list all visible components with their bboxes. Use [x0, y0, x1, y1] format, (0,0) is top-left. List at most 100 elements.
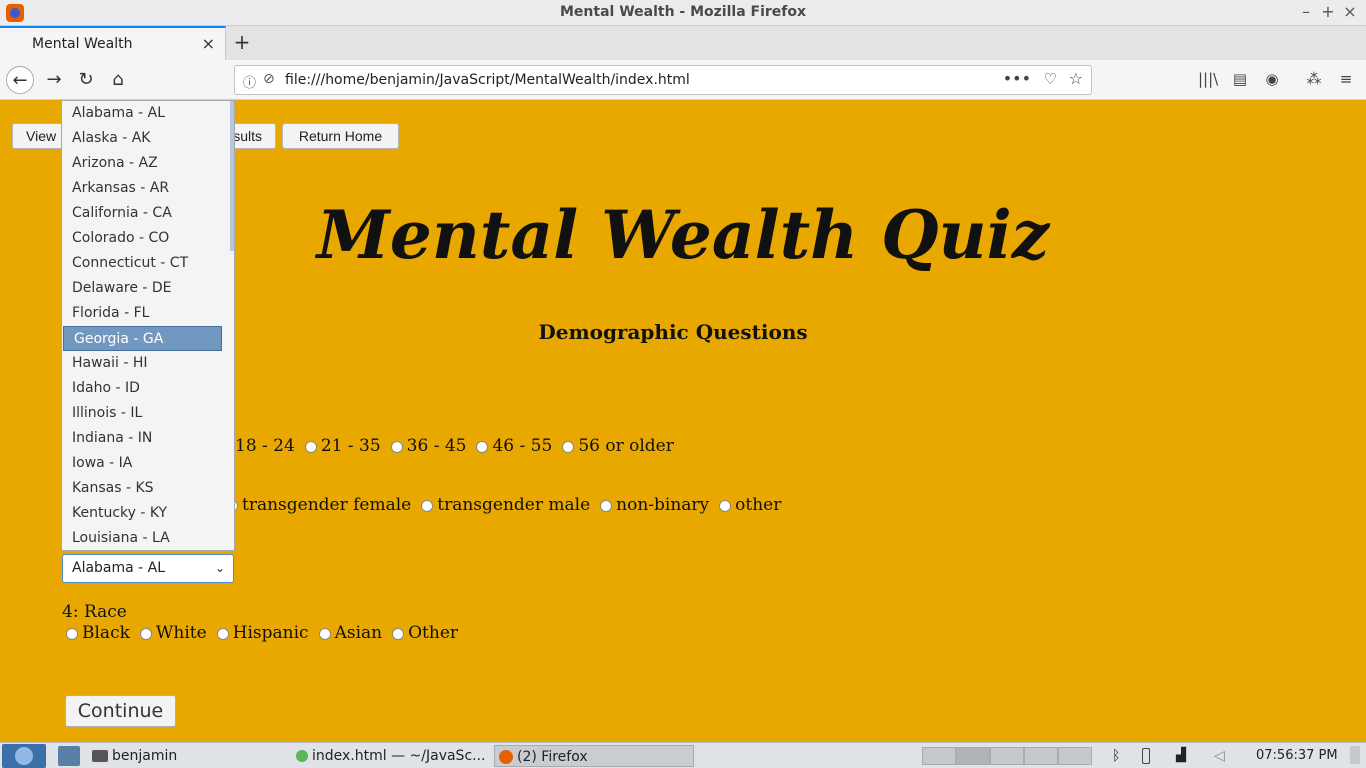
clock[interactable]: 07:56:37 PM	[1256, 745, 1338, 767]
site-info-icon[interactable]: ⓘ	[243, 72, 256, 91]
workspace-5[interactable]	[1058, 747, 1092, 765]
gender-option-label: transgender female	[242, 495, 412, 515]
state-option[interactable]: Delaware - DE	[62, 276, 223, 301]
state-option[interactable]: Alaska - AK	[62, 126, 223, 151]
race-radio[interactable]	[318, 627, 331, 640]
menu-icon[interactable]: ≡	[1336, 70, 1356, 88]
state-option[interactable]: Alabama - AL	[62, 101, 223, 126]
race-radio[interactable]	[66, 627, 78, 640]
taskbar-folder[interactable]: benjamin	[92, 745, 177, 767]
age-radio[interactable]	[476, 440, 489, 453]
editor-icon	[296, 750, 308, 762]
url-text[interactable]: file:///home/benjamin/JavaScript/MentalW…	[285, 72, 690, 88]
state-option[interactable]: Kentucky - KY	[62, 501, 223, 526]
state-option[interactable]: Arkansas - AR	[62, 176, 223, 201]
workspace-3[interactable]	[990, 747, 1024, 765]
window-titlebar: Mental Wealth - Mozilla Firefox – + ×	[0, 0, 1366, 26]
age-radio[interactable]	[390, 440, 403, 453]
start-menu-button[interactable]	[2, 744, 46, 768]
new-tab-button[interactable]: +	[232, 30, 252, 54]
taskbar-folder-label: benjamin	[112, 748, 178, 764]
desktop-icon[interactable]	[58, 746, 80, 766]
account-icon[interactable]: ◉	[1262, 70, 1282, 88]
page-actions-icon[interactable]: •••	[1003, 69, 1031, 88]
gender-option-label: transgender male	[437, 495, 591, 515]
taskbar-firefox-label: (2) Firefox	[517, 749, 588, 765]
age-options: 18 - 24 21 - 35 36 - 45 46 - 55 56 or older	[235, 436, 678, 456]
age-radio[interactable]	[562, 440, 575, 453]
state-option[interactable]: Colorado - CO	[62, 226, 223, 251]
state-option[interactable]: Idaho - ID	[62, 376, 223, 401]
home-button[interactable]: ⌂	[104, 66, 132, 94]
state-option[interactable]: Indiana - IN	[62, 426, 223, 451]
race-option-label: Other	[408, 623, 459, 643]
tab-bar: Mental Wealth × +	[0, 26, 1366, 60]
gender-radio[interactable]	[421, 499, 434, 512]
state-option[interactable]: Florida - FL	[62, 301, 223, 326]
state-select-value: Alabama - AL	[72, 560, 166, 576]
race-radio[interactable]	[216, 627, 229, 640]
dropdown-scrollbar[interactable]	[230, 101, 234, 251]
state-option[interactable]: Georgia - GA	[63, 326, 222, 351]
library-icon[interactable]: |||\	[1198, 70, 1218, 88]
show-desktop-button[interactable]	[1350, 746, 1360, 764]
taskbar-firefox[interactable]: (2) Firefox	[494, 745, 694, 767]
pocket-icon[interactable]: ♡	[1044, 70, 1057, 88]
window-title: Mental Wealth - Mozilla Firefox	[559, 4, 807, 20]
close-window-button[interactable]: ×	[1340, 2, 1360, 21]
age-option-label: 46 - 55	[492, 436, 553, 456]
state-option[interactable]: California - CA	[62, 201, 223, 226]
reload-button[interactable]: ↻	[72, 66, 100, 94]
continue-button[interactable]: Continue	[65, 695, 176, 727]
taskbar-editor[interactable]: index.html — ~/JavaSc...	[296, 745, 486, 767]
maximize-button[interactable]: +	[1318, 2, 1338, 21]
gender-options: transgender female transgender male non-bi…	[226, 495, 785, 515]
race-options: Black White Hispanic Asian Other	[60, 623, 462, 643]
age-radio[interactable]	[304, 440, 317, 453]
minimize-button[interactable]: –	[1296, 2, 1316, 21]
view-results-button[interactable]: View	[12, 123, 66, 149]
volume-icon[interactable]: ◁	[1214, 745, 1225, 767]
age-option-label: 56 or older	[578, 436, 674, 456]
workspace-2[interactable]	[956, 747, 990, 765]
url-bar[interactable]: ⓘ ⊘ file:///home/benjamin/JavaScript/Men…	[234, 65, 1092, 95]
state-option[interactable]: Hawaii - HI	[62, 351, 223, 376]
question-race-label: 4: Race	[62, 602, 127, 622]
gender-option-label: other	[735, 495, 782, 515]
gender-radio[interactable]	[719, 499, 732, 512]
forward-button[interactable]: →	[40, 66, 68, 94]
workspace-1[interactable]	[922, 747, 956, 765]
chevron-down-icon: ⌄	[214, 561, 225, 575]
tab-close-icon[interactable]: ×	[202, 34, 215, 53]
tab-label: Mental Wealth	[32, 36, 133, 52]
battery-icon[interactable]	[1142, 748, 1150, 764]
sidebar-icon[interactable]: ▤	[1230, 70, 1250, 88]
extensions-icon[interactable]: ⁂	[1304, 70, 1324, 88]
race-option-label: Black	[82, 623, 130, 643]
age-option-label: 21 - 35	[320, 436, 381, 456]
bookmark-star-icon[interactable]: ☆	[1069, 69, 1083, 88]
state-select[interactable]: Alabama - AL ⌄	[62, 554, 234, 583]
network-icon[interactable]: ▟	[1176, 745, 1186, 767]
state-dropdown-list[interactable]: Alabama - AL Alaska - AK Arizona - AZ Arkan…	[61, 100, 235, 551]
tab-mental-wealth[interactable]: Mental Wealth ×	[0, 26, 226, 60]
gender-option-label: non-binary	[616, 495, 710, 515]
return-home-button[interactable]: Return Home	[282, 123, 399, 149]
gender-radio[interactable]	[600, 499, 613, 512]
state-option[interactable]: Connecticut - CT	[62, 251, 223, 276]
workspace-4[interactable]	[1024, 747, 1058, 765]
state-option[interactable]: Louisiana - LA	[62, 526, 223, 550]
race-radio[interactable]	[139, 627, 152, 640]
bluetooth-icon[interactable]: ᛒ	[1112, 745, 1120, 767]
state-option[interactable]: Iowa - IA	[62, 451, 223, 476]
state-option[interactable]: Kansas - KS	[62, 476, 223, 501]
race-radio[interactable]	[392, 627, 405, 640]
back-button[interactable]: ←	[6, 66, 34, 94]
race-option-label: Hispanic	[232, 623, 309, 643]
taskbar: benjamin index.html — ~/JavaSc... (2) Fi…	[0, 742, 1366, 768]
state-option[interactable]: Arizona - AZ	[62, 151, 223, 176]
state-option[interactable]: Illinois - IL	[62, 401, 223, 426]
age-option-label: 36 - 45	[406, 436, 467, 456]
age-option-label: 18 - 24	[235, 436, 295, 456]
tracking-protection-icon[interactable]: ⊘	[263, 71, 275, 87]
